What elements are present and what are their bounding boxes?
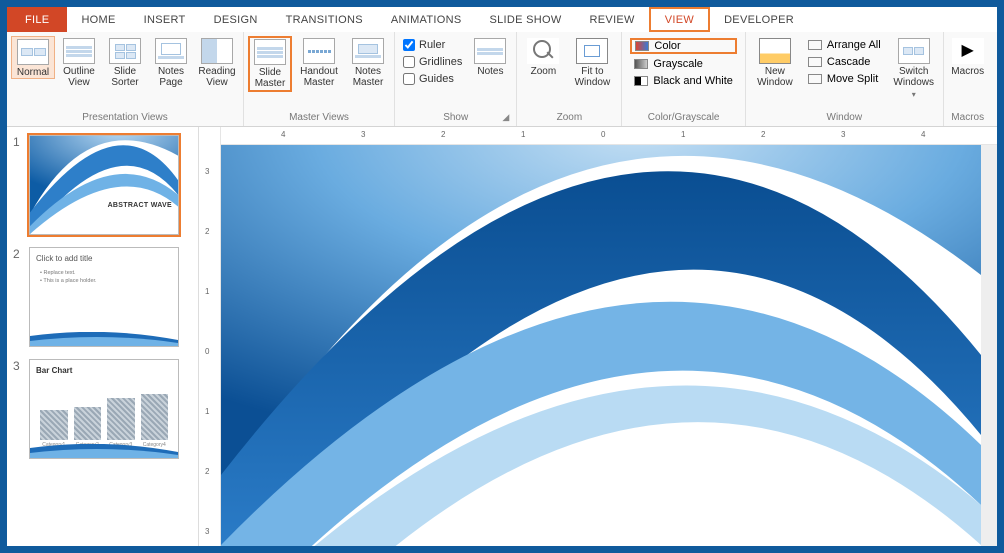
thumb1-title: ABSTRACT WAVE <box>108 202 172 209</box>
current-slide[interactable] <box>221 145 981 546</box>
tab-design[interactable]: DESIGN <box>200 7 272 32</box>
zoom-icon <box>527 38 559 64</box>
tab-file[interactable]: FILE <box>7 7 67 32</box>
horizontal-ruler: 4 3 2 1 0 1 2 3 4 <box>221 127 997 145</box>
handout-master-button[interactable]: Handout Master <box>294 36 344 88</box>
group-zoom: Zoom Fit to Window Zoom <box>517 32 622 126</box>
content-area: 1 ABSTRACT WAVE 2 Click to add title • R… <box>7 127 997 546</box>
move-split-button[interactable]: Move Split <box>804 72 885 86</box>
slide-sorter-button[interactable]: Slide Sorter <box>103 36 147 88</box>
bw-swatch-icon <box>634 76 648 86</box>
color-button[interactable]: Color <box>630 38 736 54</box>
outline-view-button[interactable]: Outline View <box>57 36 101 88</box>
slide-master-icon <box>254 39 286 65</box>
arrange-icon <box>808 40 822 50</box>
macros-button[interactable]: ▶Macros <box>948 36 988 77</box>
slide-sorter-icon <box>109 38 141 64</box>
tab-slideshow[interactable]: SLIDE SHOW <box>475 7 575 32</box>
app-window: FILE HOME INSERT DESIGN TRANSITIONS ANIM… <box>7 7 997 546</box>
group-color-grayscale: Color Grayscale Black and White Color/Gr… <box>622 32 745 126</box>
move-split-icon <box>808 74 822 84</box>
fit-window-icon <box>576 38 608 64</box>
slide-thumb-2[interactable]: Click to add title • Replace text. • Thi… <box>29 247 179 347</box>
ribbon-tabs: FILE HOME INSERT DESIGN TRANSITIONS ANIM… <box>7 7 997 32</box>
tab-insert[interactable]: INSERT <box>130 7 200 32</box>
notes-master-button[interactable]: Notes Master <box>346 36 390 88</box>
grayscale-button[interactable]: Grayscale <box>630 57 736 71</box>
thumb3-chart <box>40 386 168 440</box>
cascade-icon <box>808 57 822 67</box>
notes-icon <box>474 38 506 64</box>
color-swatch-icon <box>635 41 649 51</box>
group-label: Master Views <box>248 112 390 124</box>
group-macros: ▶Macros Macros <box>944 32 992 126</box>
reading-view-button[interactable]: Reading View <box>195 36 239 88</box>
switch-windows-button[interactable]: Switch Windows▾ <box>889 36 939 99</box>
tab-review[interactable]: REVIEW <box>576 7 649 32</box>
notes-page-icon <box>155 38 187 64</box>
slide-master-button[interactable]: Slide Master <box>248 36 292 92</box>
normal-view-icon <box>17 39 49 65</box>
group-show: Ruler Gridlines Guides Notes Show ◢ <box>395 32 517 126</box>
group-presentation-views: Normal Outline View Slide Sorter Notes P… <box>7 32 244 126</box>
group-label: Presentation Views <box>11 112 239 124</box>
outline-view-icon <box>63 38 95 64</box>
new-window-button[interactable]: New Window <box>750 36 800 88</box>
tab-animations[interactable]: ANIMATIONS <box>377 7 476 32</box>
group-label: Color/Grayscale <box>626 112 740 124</box>
guides-checkbox[interactable]: Guides <box>399 72 466 86</box>
notes-master-icon <box>352 38 384 64</box>
tab-developer[interactable]: DEVELOPER <box>710 7 808 32</box>
stage-wrap: 4 3 2 1 0 1 2 3 4 <box>221 127 997 546</box>
ribbon: Normal Outline View Slide Sorter Notes P… <box>7 32 997 127</box>
group-window: New Window Arrange All Cascade Move Spli… <box>746 32 944 126</box>
notes-page-button[interactable]: Notes Page <box>149 36 193 88</box>
chevron-down-icon: ▾ <box>912 90 916 99</box>
tab-view[interactable]: VIEW <box>649 7 710 32</box>
switch-windows-icon <box>898 38 930 64</box>
macros-icon: ▶ <box>952 38 984 64</box>
fit-to-window-button[interactable]: Fit to Window <box>567 36 617 88</box>
slide-thumb-3[interactable]: Bar Chart Category1Category2Category3Cat… <box>29 359 179 459</box>
group-label: Macros <box>948 112 988 124</box>
show-dialog-launcher[interactable]: ◢ <box>502 112 514 124</box>
new-window-icon <box>759 38 791 64</box>
group-master-views: Slide Master Handout Master Notes Master… <box>244 32 395 126</box>
thumb2-bullet: This is a place holder. <box>43 278 96 284</box>
reading-view-icon <box>201 38 233 64</box>
group-label: Zoom <box>521 112 617 124</box>
zoom-button[interactable]: Zoom <box>521 36 565 77</box>
tab-transitions[interactable]: TRANSITIONS <box>272 7 377 32</box>
thumb2-bullet: Replace text. <box>43 270 75 276</box>
slide-thumb-1[interactable]: ABSTRACT WAVE <box>29 135 179 235</box>
group-label: Window <box>750 112 939 124</box>
thumb-number: 3 <box>13 359 23 459</box>
ruler-checkbox[interactable]: Ruler <box>399 38 466 52</box>
thumb2-title: Click to add title <box>36 254 92 263</box>
slide-stage[interactable] <box>221 145 997 546</box>
thumb-number: 2 <box>13 247 23 347</box>
arrange-all-button[interactable]: Arrange All <box>804 38 885 52</box>
thumb3-title: Bar Chart <box>36 366 72 375</box>
thumb-number: 1 <box>13 135 23 235</box>
grayscale-swatch-icon <box>634 59 648 69</box>
gridlines-checkbox[interactable]: Gridlines <box>399 55 466 69</box>
notes-button[interactable]: Notes <box>468 36 512 77</box>
normal-view-button[interactable]: Normal <box>11 36 55 79</box>
vertical-ruler: 3 2 1 0 1 2 3 <box>199 127 221 546</box>
black-white-button[interactable]: Black and White <box>630 74 736 88</box>
slide-thumbnails-panel: 1 ABSTRACT WAVE 2 Click to add title • R… <box>7 127 199 546</box>
group-label: Show <box>399 112 512 124</box>
tab-home[interactable]: HOME <box>67 7 129 32</box>
cascade-button[interactable]: Cascade <box>804 55 885 69</box>
handout-master-icon <box>303 38 335 64</box>
